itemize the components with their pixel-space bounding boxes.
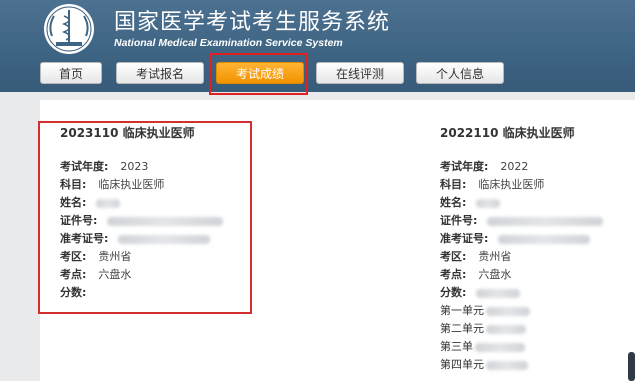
- site-header: 国家医学考试考生服务系统 National Medical Examinatio…: [0, 0, 635, 92]
- redacted-score: [476, 288, 521, 298]
- nav-personal-info[interactable]: 个人信息: [416, 62, 504, 84]
- redacted-unit-score: [475, 342, 525, 352]
- nav-exam-registration[interactable]: 考试报名: [116, 62, 204, 84]
- emblem-logo-icon: [44, 4, 94, 54]
- row-exam-site: 考点: 六盘水: [440, 268, 512, 281]
- annotation-highlight-nav: [209, 53, 308, 95]
- row-score: 分数:: [440, 284, 521, 302]
- redacted-unit-score: [486, 360, 528, 370]
- redacted-id-number: [487, 216, 604, 226]
- redacted-admission-number: [498, 234, 591, 244]
- row-unit-1: 第一单元: [440, 302, 530, 320]
- card-title: 2022110 临床执业医师: [440, 126, 575, 140]
- site-subtitle: National Medical Examination Service Sys…: [114, 37, 343, 49]
- annotation-highlight-card: [38, 121, 252, 314]
- redacted-unit-score: [486, 306, 530, 316]
- nav-online-assessment[interactable]: 在线评测: [316, 62, 404, 84]
- row-unit-4: 第四单元: [440, 356, 528, 374]
- row-unit-2: 第二单元: [440, 320, 526, 338]
- site-title: 国家医学考试考生服务系统: [114, 10, 391, 35]
- row-exam-region: 考区: 贵州省: [440, 250, 512, 263]
- row-exam-year: 考试年度: 2022: [440, 160, 529, 173]
- row-subject: 科目: 临床执业医师: [440, 178, 545, 191]
- redacted-name: [476, 198, 501, 208]
- nav-home[interactable]: 首页: [40, 62, 102, 84]
- scrollbar-thumb[interactable]: [628, 352, 635, 381]
- redacted-unit-score: [486, 324, 526, 334]
- row-name: 姓名:: [440, 194, 501, 212]
- row-unit-3: 第三单: [440, 338, 525, 356]
- main-nav: 首页 考试报名 考试成绩 在线评测 个人信息: [0, 62, 635, 86]
- row-admission-number: 准考证号:: [440, 230, 591, 248]
- row-id-number: 证件号:: [440, 212, 604, 230]
